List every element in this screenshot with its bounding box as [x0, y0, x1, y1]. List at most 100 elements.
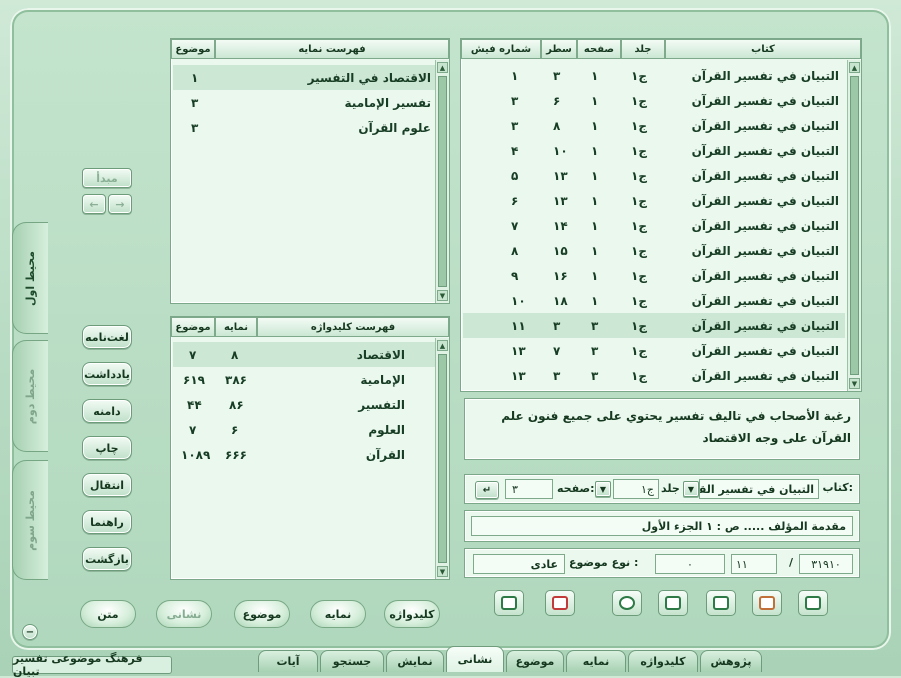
- prev-arrow-button[interactable]: ←: [82, 194, 106, 214]
- volume-cell: ج۱: [631, 193, 647, 208]
- list-item[interactable]: الإمامية ۳۸۶ ۶۱۹: [173, 367, 435, 392]
- book-cell: التبيان في تفسير القرآن: [691, 368, 839, 383]
- scroll-down-icon[interactable]: ▼: [849, 378, 860, 389]
- page-cell: ۱: [591, 168, 599, 183]
- start-button[interactable]: مبدأ: [82, 168, 132, 188]
- book-scrollbar[interactable]: ▲ ▼: [847, 60, 861, 391]
- book-cell: التبيان في تفسير القرآن: [691, 93, 839, 108]
- list-item[interactable]: القرآن ۶۶۶ ۱۰۸۹: [173, 442, 435, 467]
- scroll-up-icon[interactable]: ▲: [849, 62, 860, 73]
- index-topic-count: ۳: [191, 120, 199, 135]
- scroll-up-icon[interactable]: ▲: [437, 62, 448, 73]
- current-record-input[interactable]: ۱۱: [731, 554, 777, 574]
- record-cell: ۵: [511, 168, 519, 183]
- link-icon[interactable]: [612, 590, 642, 616]
- scroll-down-icon[interactable]: ▼: [437, 290, 448, 301]
- side-tab-second[interactable]: محیط دوم: [12, 340, 48, 452]
- line-cell: ۳: [553, 368, 561, 383]
- keyword-pill-button[interactable]: کلیدواژه: [384, 600, 440, 628]
- list-item[interactable]: تفسير الإمامية ۳: [173, 90, 435, 115]
- list-icon[interactable]: [545, 590, 575, 616]
- keyword-list-title: فهرست کلیدواژه: [257, 317, 449, 337]
- list-item[interactable]: التفسير ۸۶ ۴۴: [173, 392, 435, 417]
- scope-button[interactable]: دامنه: [82, 399, 132, 423]
- index-scrollbar[interactable]: ▲ ▼: [435, 60, 449, 303]
- list-item[interactable]: الاقتصاد في التفسير ۱: [173, 65, 435, 90]
- keyword-scrollbar[interactable]: ▲ ▼: [435, 338, 449, 579]
- table-row[interactable]: التبيان في تفسير القرآن ج۱ ۳ ۳ ۱۳: [463, 363, 845, 388]
- dictionary-button[interactable]: لغت‌نامه: [82, 325, 132, 349]
- table-row[interactable]: التبيان في تفسير القرآن ج۱ ۱ ۱۳ ۵: [463, 163, 845, 188]
- tab-address[interactable]: نشانی: [446, 646, 504, 672]
- index-pill-button[interactable]: نمایه: [310, 600, 366, 628]
- list-item[interactable]: العلوم ۶ ۷: [173, 417, 435, 442]
- table-row[interactable]: التبيان في تفسير القرآن ج۱ ۱ ۱۰ ۴: [463, 138, 845, 163]
- table-row[interactable]: التبيان في تفسير القرآن ج۱ ۱ ۱۸ ۱۰: [463, 288, 845, 313]
- table-row[interactable]: التبيان في تفسير القرآن ج۱ ۱ ۱۶ ۹: [463, 263, 845, 288]
- tab-index[interactable]: نمایه: [566, 650, 626, 672]
- book-table-panel: کتاب جلد صفحه سطر شماره فیش التبيان في ت…: [460, 38, 862, 392]
- volume-select[interactable]: ج۱: [613, 479, 659, 499]
- scroll-down-icon[interactable]: ▼: [437, 566, 448, 577]
- print-button[interactable]: چاپ: [82, 436, 132, 460]
- table-row[interactable]: التبيان في تفسير القرآن ج۱ ۳ ۳ ۱۱: [463, 313, 845, 338]
- grid-icon[interactable]: [706, 590, 736, 616]
- topic-pill-button[interactable]: موضوع: [234, 600, 290, 628]
- tab-research[interactable]: پژوهش: [700, 650, 762, 672]
- scroll-thumb[interactable]: [850, 76, 859, 375]
- tab-keyword[interactable]: کلیدواژه: [628, 650, 698, 672]
- side-tab-third[interactable]: محیط سوم: [12, 460, 48, 580]
- table-row[interactable]: التبيان في تفسير القرآن ج۱ ۱ ۸ ۳: [463, 113, 845, 138]
- page-input[interactable]: ۳: [505, 479, 553, 499]
- table-row[interactable]: التبيان في تفسير القرآن ج۱ ۳ ۷ ۱۳: [463, 338, 845, 363]
- table-row[interactable]: التبيان في تفسير القرآن ج۱ ۱ ۳ ۱: [463, 63, 845, 88]
- book-dropdown-icon[interactable]: ▼: [683, 481, 699, 497]
- notes-button[interactable]: یادداشت: [82, 362, 132, 386]
- dots-icon[interactable]: [752, 590, 782, 616]
- sort-icon[interactable]: [658, 590, 688, 616]
- back-button[interactable]: بازگشت: [82, 547, 132, 571]
- keyword-topic-count: ۷: [189, 422, 197, 437]
- book-cell: التبيان في تفسير القرآن: [691, 143, 839, 158]
- tab-verses[interactable]: آیات: [258, 650, 318, 672]
- next-arrow-button[interactable]: →: [108, 194, 132, 214]
- scroll-up-icon[interactable]: ▲: [437, 340, 448, 351]
- record-cell: ۱: [511, 68, 519, 83]
- line-cell: ۱۸: [553, 293, 568, 308]
- line-cell: ۷: [553, 343, 561, 358]
- tab-display[interactable]: نمایش: [386, 650, 444, 672]
- book-cell: التبيان في تفسير القرآن: [691, 243, 839, 258]
- check-icon[interactable]: [798, 590, 828, 616]
- text-pill-button[interactable]: متن: [80, 600, 136, 628]
- table-row[interactable]: التبيان في تفسير القرآن ج۱ ۱ ۱۳ ۶: [463, 188, 845, 213]
- side-tab-second-label: محیط دوم: [24, 368, 38, 424]
- book-cell: التبيان في تفسير القرآن: [691, 293, 839, 308]
- side-tab-first[interactable]: محیط اول: [12, 222, 48, 334]
- minimize-icon[interactable]: −: [22, 624, 38, 640]
- keyword-index-count: ۳۸۶: [225, 372, 247, 387]
- list-item[interactable]: الاقتصاد ۸ ۷: [173, 342, 435, 367]
- table-row[interactable]: التبيان في تفسير القرآن ج۱ ۱ ۱۴ ۷: [463, 213, 845, 238]
- list-item[interactable]: علوم القرآن ۳: [173, 115, 435, 140]
- scroll-thumb[interactable]: [438, 354, 447, 563]
- table-row[interactable]: التبيان في تفسير القرآن ج۱ ۱ ۶ ۳: [463, 88, 845, 113]
- tab-search[interactable]: جستجو: [320, 650, 384, 672]
- address-pill-button[interactable]: نشانی: [156, 600, 212, 628]
- book-cell: التبيان في تفسير القرآن: [691, 268, 839, 283]
- tab-topic[interactable]: موضوع: [506, 650, 564, 672]
- record-cell: ۶: [511, 193, 519, 208]
- record-cell: ۳: [511, 93, 519, 108]
- help-button[interactable]: راهنما: [82, 510, 132, 534]
- line-cell: ۳: [553, 318, 561, 333]
- scroll-thumb[interactable]: [438, 76, 447, 287]
- enter-icon[interactable]: ↵: [475, 481, 499, 499]
- table-row[interactable]: التبيان في تفسير القرآن ج۱ ۱ ۱۵ ۸: [463, 238, 845, 263]
- volume-dropdown-icon[interactable]: ▼: [595, 481, 611, 497]
- transfer-button[interactable]: انتقال: [82, 473, 132, 497]
- book-select[interactable]: التبيان في تفسير القر: [699, 479, 819, 499]
- record-header: شماره فیش: [461, 39, 541, 59]
- page-cell: ۳: [591, 318, 599, 333]
- separator-slash: /: [788, 556, 793, 569]
- line-cell: ۱۳: [553, 193, 568, 208]
- copy-icon[interactable]: [494, 590, 524, 616]
